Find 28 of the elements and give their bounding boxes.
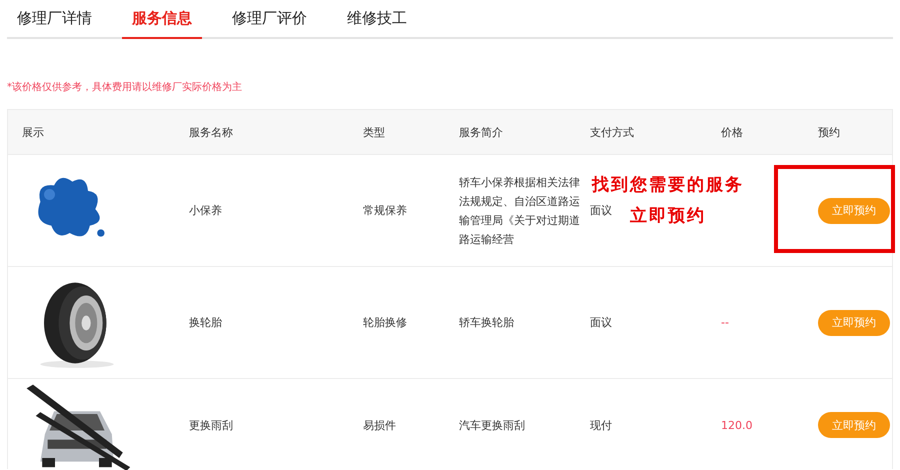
annotation-text: 立即预约	[630, 205, 706, 227]
service-description: 轿车换轮胎	[459, 315, 515, 331]
column-header: 服务简介	[458, 124, 504, 140]
payment-method: 现付	[590, 418, 612, 432]
column-header: 类型	[362, 124, 386, 140]
annotation-text: 找到您需要的服务	[592, 174, 744, 196]
column-header: 展示	[21, 124, 45, 140]
payment-method: 面议	[590, 204, 612, 217]
service-name: 更换雨刮	[189, 418, 233, 432]
payment-method: 面议	[590, 316, 612, 329]
column-header: 支付方式	[589, 124, 635, 140]
tab[interactable]: 维修技工	[337, 0, 417, 39]
service-description: 汽车更换雨刮	[459, 418, 526, 434]
service-name: 小保养	[189, 204, 222, 217]
tab[interactable]: 修理厂评价	[222, 0, 317, 39]
tab[interactable]: 修理厂详情	[7, 0, 102, 39]
tab[interactable]: 服务信息	[122, 0, 202, 39]
price: --	[721, 316, 729, 329]
column-header: 价格	[720, 124, 744, 140]
service-type: 轮胎换修	[363, 316, 407, 329]
service-type: 常规保养	[363, 204, 407, 217]
service-description: 轿车小保养根据相关法律法规规定、自治区道路运输管理局《关于对过期道路运输经营	[459, 174, 581, 248]
service-type: 易损件	[363, 418, 396, 432]
column-header: 预约	[817, 124, 841, 140]
column-header: 服务名称	[188, 124, 234, 140]
price: 120.0	[721, 418, 752, 432]
service-name: 换轮胎	[189, 316, 222, 329]
price-notice: *该价格仅供参考，具体费用请以维修厂实际价格为主	[7, 81, 243, 95]
